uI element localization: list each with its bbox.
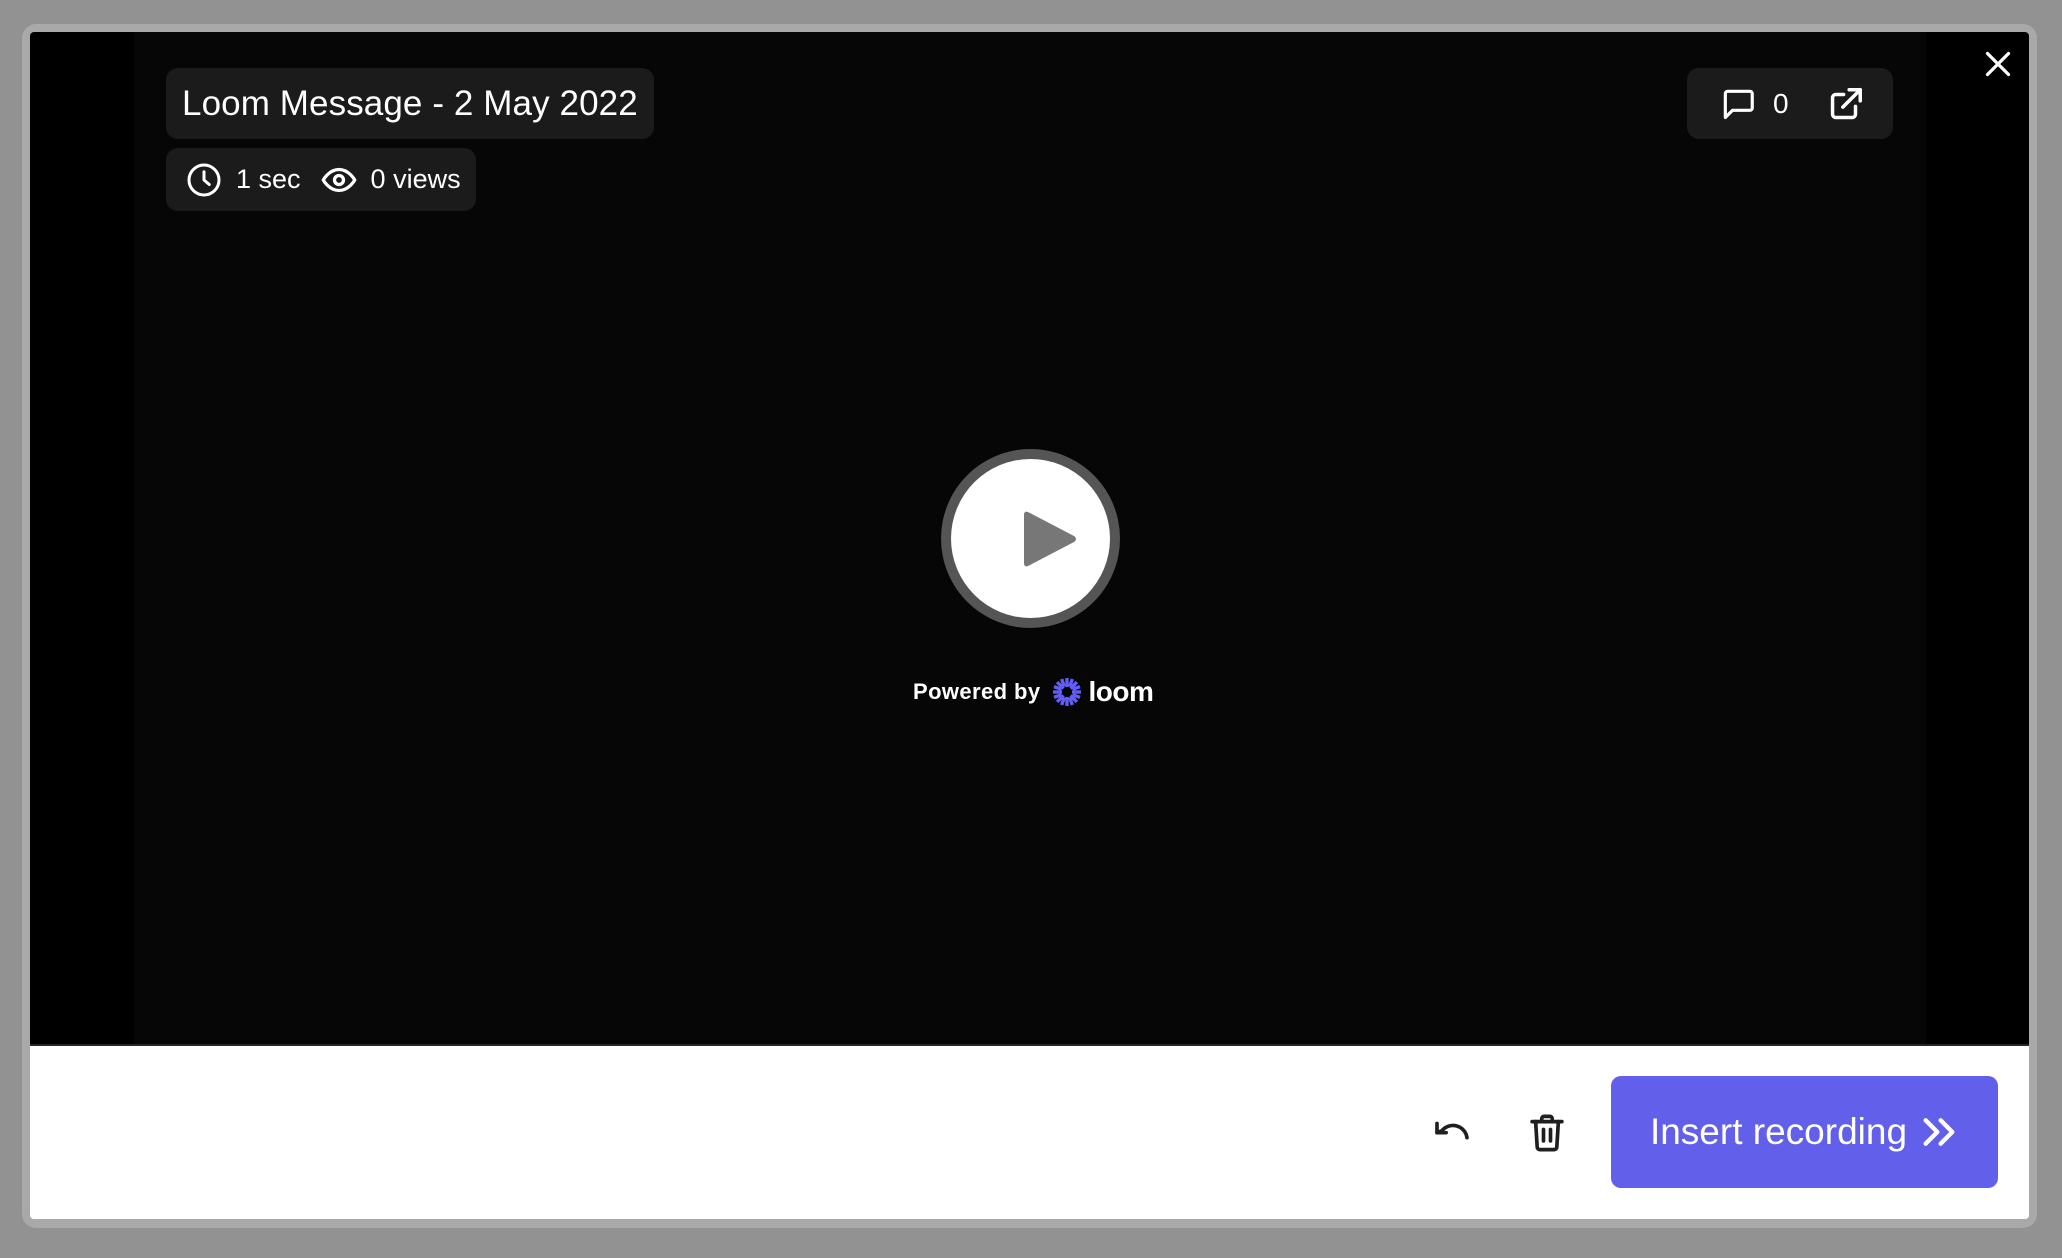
video-duration: 1 sec xyxy=(236,164,301,194)
loom-logo-icon xyxy=(1053,678,1082,706)
play-button-face xyxy=(951,459,1110,618)
trash-icon xyxy=(1530,1114,1564,1152)
insert-recording-label: Insert recording xyxy=(1649,1111,1908,1152)
video-title-badge: Loom Message - 2 May 2022 xyxy=(166,68,654,139)
video-actions-badge: 0 xyxy=(1687,68,1893,139)
loom-brand-name: loom xyxy=(1088,676,1154,707)
external-link-icon[interactable] xyxy=(1827,85,1865,123)
undo-icon xyxy=(1435,1121,1469,1140)
video-title: Loom Message - 2 May 2022 xyxy=(182,83,638,123)
loom-recording-modal: Loom Message - 2 May 2022 1 sec 0 views … xyxy=(30,32,2029,1219)
modal-footer: Insert recording xyxy=(30,1046,2029,1219)
close-icon[interactable] xyxy=(1980,46,2016,82)
clock-icon xyxy=(187,163,221,196)
double-chevron-right-icon xyxy=(1923,1118,1955,1146)
video-views: 0 views xyxy=(370,164,461,194)
play-icon xyxy=(1024,511,1076,567)
video-player[interactable]: Loom Message - 2 May 2022 1 sec 0 views … xyxy=(30,32,2029,1046)
powered-by-label: Powered by xyxy=(913,679,1041,704)
play-button[interactable] xyxy=(941,449,1120,628)
eye-icon xyxy=(321,167,356,192)
video-meta-badge: 1 sec 0 views xyxy=(166,148,476,211)
powered-by-loom[interactable]: Powered by loom xyxy=(913,672,1154,712)
comment-icon[interactable] xyxy=(1719,85,1757,123)
undo-button[interactable] xyxy=(1428,1107,1476,1155)
comment-count: 0 xyxy=(1773,87,1789,119)
insert-recording-button[interactable]: Insert recording xyxy=(1611,1076,1998,1188)
delete-button[interactable] xyxy=(1523,1109,1571,1157)
